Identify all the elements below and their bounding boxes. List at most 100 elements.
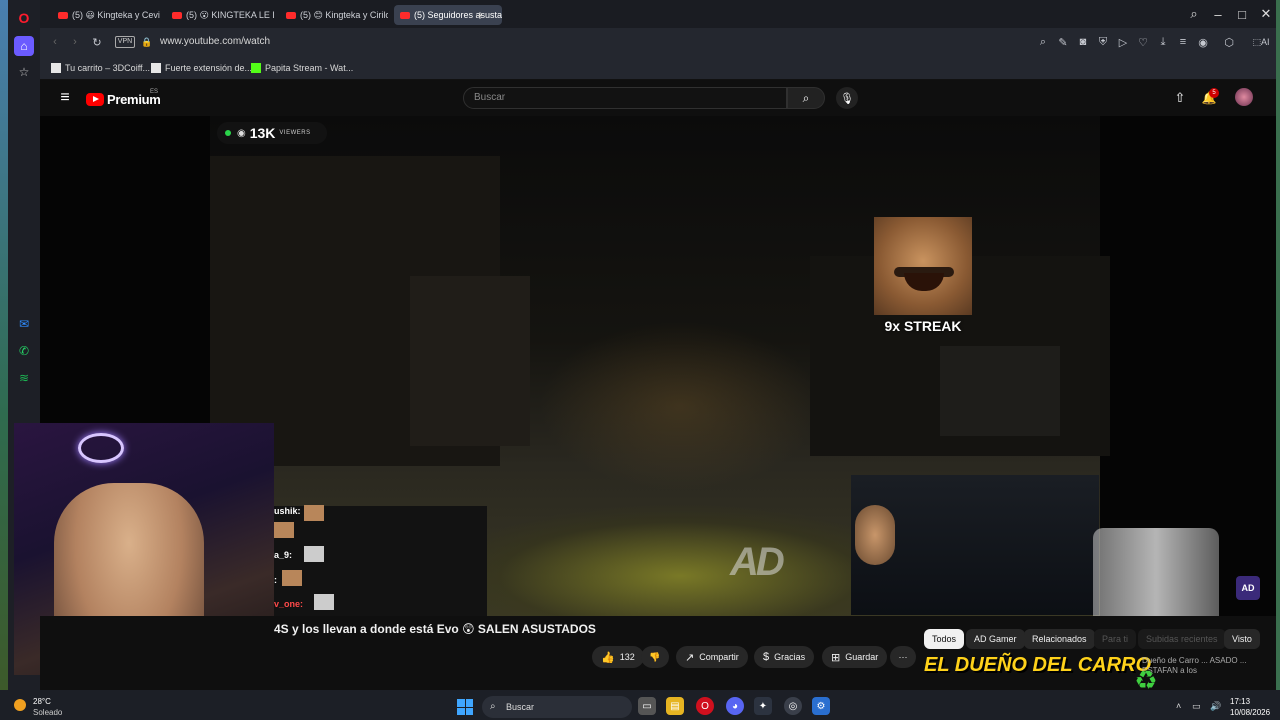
weather-temp: 28°C: [33, 697, 51, 706]
thumbs-down-icon: 👎: [649, 651, 661, 662]
volume-icon[interactable]: 🔊: [1210, 701, 1221, 712]
reload-icon[interactable]: ↻: [90, 34, 104, 50]
save-label: Guardar: [845, 652, 879, 662]
spotify-icon[interactable]: ≋: [14, 368, 34, 388]
like-button[interactable]: 👍 132: [592, 646, 644, 668]
bookmark-2[interactable]: Fuerte extensión de...: [151, 60, 252, 76]
bookmark-3-label: Papita Stream - Wat...: [265, 63, 354, 73]
guide-menu-icon[interactable]: ≡: [56, 89, 74, 107]
upload-icon[interactable]: ⇧: [1172, 90, 1188, 106]
chip-channel[interactable]: AD Gamer: [966, 629, 1025, 649]
bookmark-favicon-icon: [51, 63, 61, 73]
chip-for-you[interactable]: Para ti: [1094, 629, 1137, 649]
app-icon[interactable]: ✦: [754, 697, 772, 715]
chat-emote: [274, 522, 294, 538]
opera-logo-icon[interactable]: O: [14, 8, 34, 28]
lock-icon: 🔒: [141, 36, 153, 47]
whatsapp-icon[interactable]: ✆: [14, 341, 34, 361]
youtube-favicon-icon: [172, 11, 182, 19]
avatar[interactable]: [1235, 88, 1253, 106]
neon-planet-sign: [78, 433, 124, 463]
bookmark-2-label: Fuerte extensión de...: [165, 63, 253, 73]
windows-start-icon[interactable]: [457, 699, 473, 715]
back-icon[interactable]: ‹: [48, 34, 62, 50]
more-actions-button[interactable]: ···: [890, 646, 916, 668]
settings-icon[interactable]: ⚙: [812, 697, 830, 715]
sun-icon[interactable]: [14, 699, 26, 711]
home-icon[interactable]: ⌂: [14, 36, 34, 56]
taskbar-search[interactable]: ⌕ Buscar: [482, 696, 632, 718]
profile-icon[interactable]: ◉: [1196, 34, 1210, 50]
opera-taskbar-icon[interactable]: O: [696, 697, 714, 715]
player-icon[interactable]: ▷: [1116, 34, 1130, 50]
clock-time[interactable]: 17:13: [1230, 697, 1250, 706]
share-button[interactable]: ↗ Compartir: [676, 646, 748, 668]
thanks-button[interactable]: $ Gracias: [754, 646, 815, 668]
minimize-icon[interactable]: –: [1210, 6, 1226, 22]
chip-related[interactable]: Relacionados: [1024, 629, 1095, 649]
bookmark-favicon-icon: [151, 63, 161, 73]
save-button[interactable]: ⊞ Guardar: [822, 646, 888, 668]
heart-icon[interactable]: ♡: [1136, 34, 1150, 50]
tray-chevron-icon[interactable]: ˄: [1176, 701, 1181, 711]
chat-user: v_one:: [274, 599, 304, 609]
menu-icon[interactable]: ≡: [1176, 34, 1190, 50]
chip-all[interactable]: Todos: [924, 629, 965, 649]
bookmark-1[interactable]: Tu carrito – 3DCoiff...: [51, 60, 150, 76]
url-field[interactable]: www.youtube.com/watch: [160, 33, 1070, 51]
new-tab-button[interactable]: +: [472, 7, 488, 23]
like-count: 132: [619, 652, 635, 662]
messenger-icon[interactable]: ✉: [14, 314, 34, 334]
streak-emote: [874, 217, 972, 315]
app-icon[interactable]: ◎: [784, 697, 802, 715]
search-tabs-icon[interactable]: ⌕: [1186, 6, 1202, 22]
file-explorer-icon[interactable]: ▤: [666, 697, 684, 715]
chip-watched[interactable]: Visto: [1224, 629, 1260, 649]
desktop-wallpaper-right: [1276, 0, 1280, 690]
chat-emote: [304, 546, 324, 562]
streak-text: 9x STREAK: [884, 318, 962, 334]
youtube-play-icon: [86, 93, 104, 106]
download-icon[interactable]: ⤓: [1156, 34, 1170, 50]
clock-date[interactable]: 10/08/2026: [1230, 708, 1270, 717]
shield-icon[interactable]: ⛨: [1096, 34, 1110, 50]
video-title: 4S y los llevan a donde está Evo 😲 SALEN…: [274, 622, 596, 636]
youtube-favicon-icon: [58, 11, 68, 19]
thanks-icon: $: [763, 651, 770, 663]
network-icon[interactable]: ▭: [1192, 701, 1201, 712]
region-code: ES: [150, 89, 159, 95]
chat-user: ushik:: [274, 506, 301, 516]
ai-button[interactable]: ⬚ AI: [1250, 34, 1272, 50]
bookmark-1-label: Tu carrito – 3DCoiff...: [65, 63, 151, 73]
extensions-icon[interactable]: ⬡: [1222, 34, 1236, 50]
close-icon[interactable]: ✕: [1258, 6, 1274, 22]
vpn-badge[interactable]: VPN: [115, 36, 135, 48]
ai-icon: ⬚: [1252, 36, 1261, 47]
tab-3[interactable]: (5) 😊 Kingteka y Cirilo Pr: [280, 5, 388, 25]
task-view-icon[interactable]: ▭: [638, 697, 656, 715]
search-icon: ⌕: [490, 701, 496, 712]
notifications-count: 5: [1209, 88, 1219, 98]
dislike-button[interactable]: 👎: [641, 646, 669, 668]
camera-icon[interactable]: ◙: [1076, 34, 1090, 50]
bookmark-3[interactable]: Papita Stream - Wat...: [251, 60, 353, 76]
zoom-icon[interactable]: ⌕: [1036, 34, 1050, 50]
edit-icon[interactable]: ✎: [1056, 34, 1070, 50]
pinboard-icon[interactable]: ☆: [14, 62, 34, 82]
tab-2[interactable]: (5) 😮 KINGTEKA LE DA LA CC: [166, 5, 274, 25]
search-button[interactable]: ⌕: [787, 87, 825, 109]
eye-icon: ◉: [237, 127, 246, 139]
channel-badge[interactable]: AD: [1236, 576, 1260, 600]
chip-recent[interactable]: Subidas recientes: [1138, 629, 1226, 649]
maximize-icon[interactable]: □: [1234, 6, 1250, 22]
forward-icon[interactable]: ›: [68, 34, 82, 50]
recommended-thumbnail-text[interactable]: EL DUEÑO DEL CARRO: [924, 654, 1151, 684]
discord-icon[interactable]: ◕: [726, 697, 744, 715]
search-input[interactable]: Buscar: [463, 87, 787, 109]
youtube-favicon-icon: [400, 11, 410, 19]
voice-search-button[interactable]: 🎙: [836, 87, 858, 109]
thanks-label: Gracias: [774, 652, 806, 662]
kick-favicon-icon: [251, 63, 261, 73]
tab-1[interactable]: (5) 😃 Kingteka y Cevichero: [52, 5, 160, 25]
weather-desc: Soleado: [33, 708, 63, 717]
